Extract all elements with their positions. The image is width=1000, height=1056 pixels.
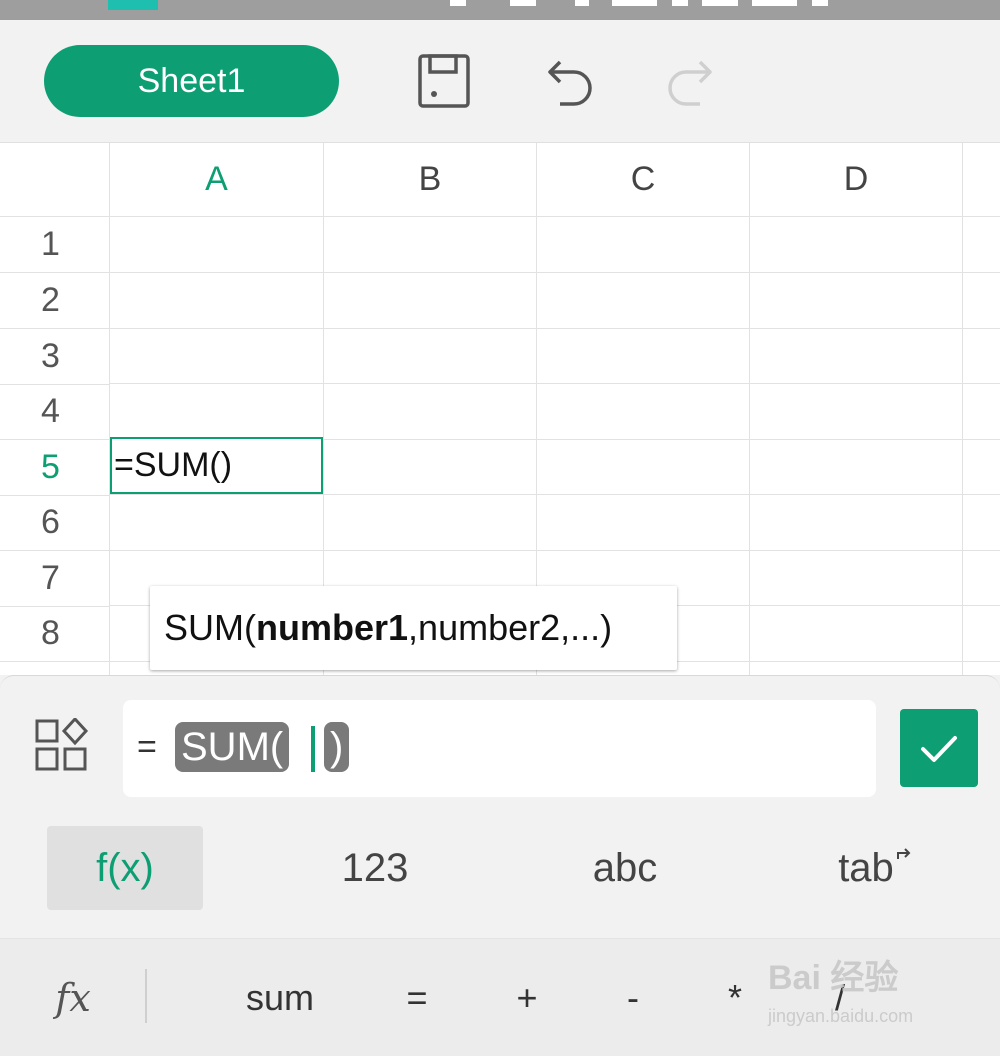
quick-divide-button[interactable]: / [810,939,870,1056]
formula-function-token[interactable]: SUM( [175,722,290,772]
hint-current-argument: number1 [256,607,409,648]
row-header-6[interactable]: 6 [0,495,110,551]
grid-line [110,383,1000,384]
quick-insert-bar: fx sum = + - * / [0,938,1000,1056]
column-header-b[interactable]: B [324,143,537,217]
row-header-9[interactable] [0,662,110,675]
select-all-corner[interactable] [0,143,110,217]
status-icon [672,0,688,6]
column-header-c[interactable]: C [537,143,750,217]
status-icon [450,0,466,6]
row-header-2[interactable]: 2 [0,273,110,329]
grid-line [110,494,1000,495]
active-cell-a5[interactable]: =SUM() [110,437,323,494]
grid-line [110,272,1000,273]
status-icon [575,0,589,6]
quick-minus-button[interactable]: - [603,939,663,1056]
apps-grid-icon[interactable] [34,718,90,774]
mode-tab-function[interactable]: f(x) [47,826,203,910]
quick-equals-button[interactable]: = [387,939,447,1056]
insert-function-button[interactable]: fx [30,939,116,1056]
checkmark-icon [921,736,957,762]
row-header-7[interactable]: 7 [0,551,110,607]
row-header-3[interactable]: 3 [0,329,110,385]
column-header-partial[interactable] [963,143,1000,217]
row-header-8[interactable]: 8 [0,606,110,662]
keyboard-mode-tabs: f(x) 123 abc tab [0,826,1000,910]
undo-icon[interactable] [538,52,598,112]
text-caret [311,726,315,772]
redo-icon[interactable] [662,52,722,112]
grid-line [110,328,1000,329]
status-icon [510,0,536,6]
mode-tab-tab[interactable]: tab [797,826,953,910]
spreadsheet-grid[interactable]: A B C D 1 2 3 4 5 6 7 8 =SUM() SUM(numbe… [0,143,1000,675]
function-hint-tooltip: SUM(number1 ,number2,...) [150,586,677,670]
mode-tab-letters[interactable]: abc [547,826,703,910]
mode-tab-label: tab [838,845,894,890]
signal-icon [752,0,797,6]
column-header-a[interactable]: A [110,143,324,217]
grid-line [962,217,963,675]
column-header-d[interactable]: D [750,143,963,217]
row-header-1[interactable]: 1 [0,217,110,273]
quick-plus-button[interactable]: + [497,939,557,1056]
hint-remaining-arguments: ,number2,...) [408,607,613,648]
grid-line [110,550,1000,551]
mode-tab-numbers[interactable]: 123 [297,826,453,910]
confirm-button[interactable] [900,709,978,787]
formula-input[interactable]: = SUM( ) [123,700,876,797]
status-icon [812,0,828,6]
divider [145,969,147,1023]
formula-equals: = [137,728,157,766]
quick-multiply-button[interactable]: * [705,939,765,1056]
grid-line [749,217,750,675]
hint-function-name: SUM( [164,607,256,648]
row-header-5[interactable]: 5 [0,440,110,496]
status-app-indicator [108,0,158,10]
formula-panel: = SUM( ) f(x) 123 abc tab [0,675,1000,939]
signal-icon [612,0,657,6]
quick-sum-button[interactable]: sum [220,939,340,1056]
formula-close-paren-token[interactable]: ) [324,722,350,772]
status-icon [702,0,738,6]
save-icon[interactable] [414,52,474,112]
sheet-tab[interactable]: Sheet1 [44,45,339,117]
status-bar [0,0,1000,20]
row-header-4[interactable]: 4 [0,384,110,440]
toolbar: Sheet1 [0,20,1000,143]
tab-arrow-icon [896,848,911,859]
